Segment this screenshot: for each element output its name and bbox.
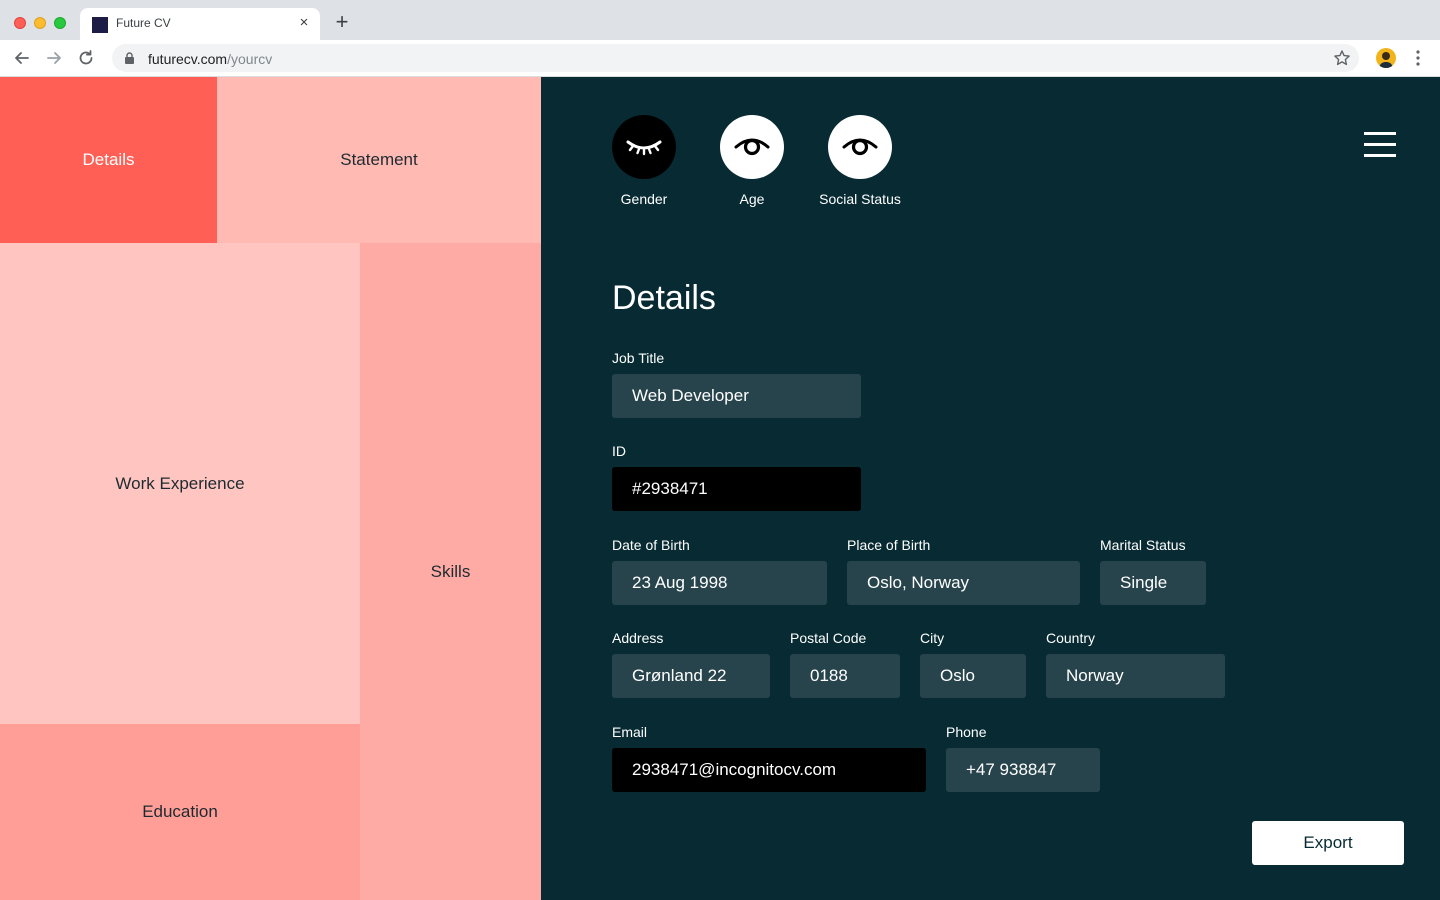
country-field[interactable]: Norway xyxy=(1046,654,1225,698)
date-of-birth-field[interactable]: 23 Aug 1998 xyxy=(612,561,827,605)
section-details[interactable]: Details xyxy=(0,77,217,243)
phone-label: Phone xyxy=(946,724,987,740)
tab-title: Future CV xyxy=(116,16,171,30)
lock-icon xyxy=(125,52,134,64)
gender-visibility-button[interactable] xyxy=(612,115,676,179)
marital-status-label: Marital Status xyxy=(1100,537,1186,553)
email-label: Email xyxy=(612,724,648,740)
section-details-label: Details xyxy=(82,150,135,169)
back-arrow-icon[interactable] xyxy=(11,47,33,69)
address-label: Address xyxy=(612,630,664,646)
date-of-birth-label: Date of Birth xyxy=(612,537,690,553)
eye-open-icon xyxy=(734,138,770,156)
toggle-gender[interactable]: Gender xyxy=(612,115,676,207)
toggle-social-status[interactable]: Social Status xyxy=(819,115,901,207)
window-minimize-button[interactable] xyxy=(34,17,46,29)
browser-menu-icon[interactable] xyxy=(1410,48,1426,68)
place-of-birth-label: Place of Birth xyxy=(847,537,931,553)
section-skills[interactable]: Skills xyxy=(360,243,541,900)
section-education[interactable]: Education xyxy=(0,724,360,900)
forward-arrow-icon[interactable] xyxy=(43,47,65,69)
hamburger-menu-icon[interactable] xyxy=(1364,132,1396,158)
eye-open-icon xyxy=(842,138,878,156)
age-visibility-button[interactable] xyxy=(720,115,784,179)
favicon-icon xyxy=(92,17,108,33)
toggle-age-label: Age xyxy=(739,191,765,207)
id-field[interactable]: #2938471 xyxy=(612,467,861,511)
page-title: Details xyxy=(612,279,716,317)
address-field[interactable]: Grønland 22 xyxy=(612,654,770,698)
export-button[interactable]: Export xyxy=(1252,821,1404,865)
browser-tabstrip: Future CV × + xyxy=(0,0,1440,40)
city-field[interactable]: Oslo xyxy=(920,654,1026,698)
section-statement[interactable]: Statement xyxy=(217,77,541,243)
job-title-label: Job Title xyxy=(612,350,665,366)
place-of-birth-field[interactable]: Oslo, Norway xyxy=(847,561,1080,605)
browser-tab[interactable]: Future CV × xyxy=(80,8,320,40)
postal-code-label: Postal Code xyxy=(790,630,867,646)
window-zoom-button[interactable] xyxy=(54,17,66,29)
url-domain: futurecv.com xyxy=(148,51,228,67)
city-label: City xyxy=(920,630,945,646)
country-label: Country xyxy=(1046,630,1096,646)
reload-icon[interactable] xyxy=(75,47,97,69)
profile-avatar[interactable] xyxy=(1376,48,1396,68)
section-work-experience[interactable]: Work Experience xyxy=(0,243,360,724)
marital-status-field[interactable]: Single xyxy=(1100,561,1206,605)
social-status-visibility-button[interactable] xyxy=(828,115,892,179)
section-work-experience-label: Work Experience xyxy=(115,473,245,493)
new-tab-button[interactable]: + xyxy=(331,11,353,34)
section-statement-label: Statement xyxy=(340,150,418,169)
url-text: futurecv.com/yourcv xyxy=(148,51,272,67)
id-label: ID xyxy=(612,443,626,459)
details-panel: Gender Age Social Status Details Job Tit… xyxy=(541,77,1440,900)
eye-closed-icon xyxy=(626,140,662,156)
job-title-field[interactable]: Web Developer xyxy=(612,374,861,418)
phone-field[interactable]: +47 938847 xyxy=(946,748,1100,792)
address-bar[interactable]: futurecv.com/yourcv xyxy=(112,44,1359,72)
toggle-gender-label: Gender xyxy=(620,191,668,207)
email-field[interactable]: 2938471@incognitocv.com xyxy=(612,748,926,792)
url-path: /yourcv xyxy=(227,51,273,67)
browser-toolbar: futurecv.com/yourcv xyxy=(0,40,1440,77)
section-skills-label: Skills xyxy=(430,561,471,581)
section-education-label: Education xyxy=(142,802,218,821)
toggle-social-status-label: Social Status xyxy=(819,191,901,207)
postal-code-field[interactable]: 0188 xyxy=(790,654,900,698)
bookmark-star-icon[interactable] xyxy=(1333,49,1351,67)
toggle-age[interactable]: Age xyxy=(720,115,784,207)
tab-close-icon[interactable]: × xyxy=(296,15,312,31)
window-close-button[interactable] xyxy=(14,17,26,29)
